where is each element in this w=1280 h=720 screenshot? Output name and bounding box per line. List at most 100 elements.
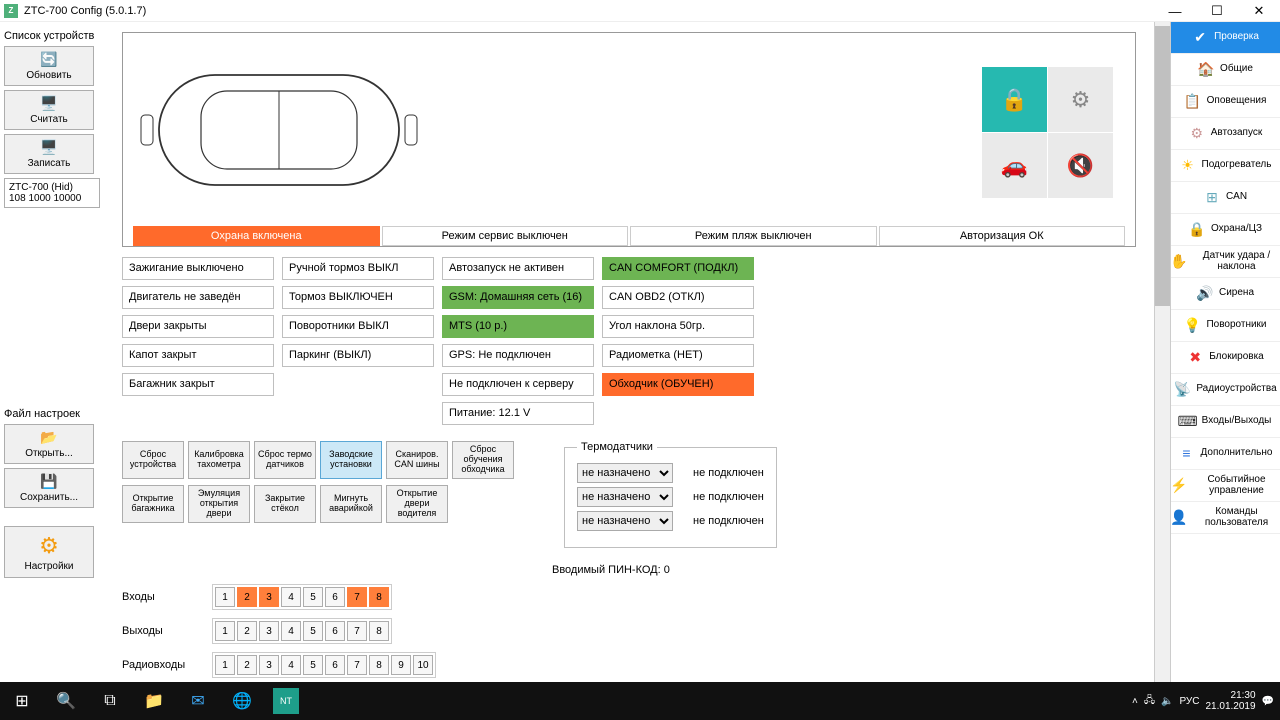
save-file-button[interactable]: 💾Сохранить... (4, 468, 94, 508)
io-box[interactable]: 9 (391, 655, 411, 675)
nav-label: Блокировка (1209, 352, 1264, 363)
scrollbar[interactable] (1154, 22, 1170, 682)
action-button[interactable]: Калибровка тахометра (188, 441, 250, 479)
nav-item[interactable]: ⌨Входы/Выходы (1171, 406, 1280, 438)
action-button[interactable]: Заводские установки (320, 441, 382, 479)
tray-notifications-icon[interactable]: 💬 (1262, 696, 1274, 707)
settings-button[interactable]: ⚙Настройки (4, 526, 94, 578)
lock-tile[interactable]: 🔒 (982, 67, 1047, 132)
write-button[interactable]: 🖥️Записать (4, 134, 94, 174)
nav-item[interactable]: ☀Подогреватель (1171, 150, 1280, 182)
status-cell: Питание: 12.1 V (442, 402, 594, 425)
io-box[interactable]: 7 (347, 587, 367, 607)
tray-chevron-icon[interactable]: ˄ (1132, 696, 1138, 707)
action-button[interactable]: Открытие двери водителя (386, 485, 448, 523)
car-icon: 🚗 (1001, 153, 1028, 179)
tray-volume-icon[interactable]: 🔈 (1161, 696, 1173, 707)
nav-item[interactable]: 🔊Сирена (1171, 278, 1280, 310)
tray-language[interactable]: РУС (1179, 696, 1199, 707)
io-box[interactable]: 7 (347, 655, 367, 675)
io-box[interactable]: 5 (303, 655, 323, 675)
chrome-icon[interactable]: 🌐 (220, 682, 264, 720)
nav-item[interactable]: 🏠Общие (1171, 54, 1280, 86)
car-tile[interactable]: 🚗 (982, 133, 1047, 198)
nav-item[interactable]: ⚙Автозапуск (1171, 118, 1280, 150)
io-box[interactable]: 4 (281, 587, 301, 607)
minimize-button[interactable]: — (1154, 0, 1196, 22)
io-box[interactable]: 3 (259, 587, 279, 607)
thermo-select[interactable]: не назначено (577, 487, 673, 507)
status-cell: Паркинг (ВЫКЛ) (282, 344, 434, 367)
io-box[interactable]: 8 (369, 587, 389, 607)
nav-item[interactable]: 💡Поворотники (1171, 310, 1280, 342)
tray-network-icon[interactable]: 🖧 (1144, 693, 1155, 710)
nav-item[interactable]: ✋Датчик удара / наклона (1171, 246, 1280, 278)
action-button[interactable]: Сканиров. CAN шины (386, 441, 448, 479)
action-button[interactable]: Сброс устройства (122, 441, 184, 479)
io-box[interactable]: 1 (215, 655, 235, 675)
action-button[interactable]: Открытие багажника (122, 485, 184, 523)
nav-item[interactable]: ✔Проверка (1171, 22, 1280, 54)
nav-icon: 🔒 (1189, 222, 1205, 238)
action-button[interactable]: Мигнуть аварийкой (320, 485, 382, 523)
nav-icon: ⚙ (1189, 126, 1205, 142)
io-box[interactable]: 10 (413, 655, 433, 675)
action-button[interactable]: Закрытие стёкол (254, 485, 316, 523)
nav-item[interactable]: ✖Блокировка (1171, 342, 1280, 374)
refresh-button[interactable]: 🔄Обновить (4, 46, 94, 86)
open-file-button[interactable]: 📂Открыть... (4, 424, 94, 464)
task-view-button[interactable]: ⧉ (88, 682, 132, 720)
mail-icon[interactable]: ✉ (176, 682, 220, 720)
io-box[interactable]: 3 (259, 655, 279, 675)
io-box[interactable]: 1 (215, 621, 235, 641)
io-box[interactable]: 8 (369, 655, 389, 675)
radio-inputs-row: 12345678910 (212, 652, 436, 678)
close-button[interactable]: ✕ (1238, 0, 1280, 22)
file-explorer-icon[interactable]: 📁 (132, 682, 176, 720)
status-cell: CAN OBD2 (ОТКЛ) (602, 286, 754, 309)
io-box[interactable]: 5 (303, 587, 323, 607)
io-box[interactable]: 6 (325, 587, 345, 607)
nav-item[interactable]: 📡Радиоустройства (1171, 374, 1280, 406)
io-box[interactable]: 2 (237, 621, 257, 641)
read-button[interactable]: 🖥️Считать (4, 90, 94, 130)
outputs-row: 12345678 (212, 618, 392, 644)
engine-tile[interactable]: ⚙ (1048, 67, 1113, 132)
status-cell (602, 402, 754, 425)
action-button[interactable]: Сброс обучения обходчика (452, 441, 514, 479)
device-list-item[interactable]: ZTC-700 (Hid) 108 1000 10000 (4, 178, 100, 208)
nav-item[interactable]: ⊞CAN (1171, 182, 1280, 214)
io-box[interactable]: 8 (369, 621, 389, 641)
app-taskbar-icon[interactable]: NT (264, 682, 308, 720)
maximize-button[interactable]: ☐ (1196, 0, 1238, 22)
search-button[interactable]: 🔍 (44, 682, 88, 720)
thermo-select[interactable]: не назначено (577, 511, 673, 531)
thermo-sensors-group: Термодатчики не назначеноне подключенне … (564, 441, 777, 548)
clock[interactable]: 21:30 21.01.2019 (1205, 690, 1255, 712)
io-box[interactable]: 3 (259, 621, 279, 641)
mute-tile[interactable]: 🔇 (1048, 133, 1113, 198)
nav-item[interactable]: ⚡Событийное управление (1171, 470, 1280, 502)
status-strip-item: Охрана включена (133, 226, 380, 246)
nav-item[interactable]: 🔒Охрана/ЦЗ (1171, 214, 1280, 246)
io-box[interactable]: 5 (303, 621, 323, 641)
io-box[interactable]: 7 (347, 621, 367, 641)
io-box[interactable]: 6 (325, 655, 345, 675)
io-box[interactable]: 2 (237, 655, 257, 675)
io-box[interactable]: 2 (237, 587, 257, 607)
action-button[interactable]: Сброс термо датчиков (254, 441, 316, 479)
action-button[interactable]: Эмуляция открытия двери (188, 485, 250, 523)
nav-item[interactable]: 📋Оповещения (1171, 86, 1280, 118)
settings-file-header: Файл настроек (4, 408, 100, 420)
nav-item[interactable]: 👤Команды пользователя (1171, 502, 1280, 534)
io-box[interactable]: 4 (281, 655, 301, 675)
io-box[interactable]: 6 (325, 621, 345, 641)
io-box[interactable]: 1 (215, 587, 235, 607)
io-box[interactable]: 4 (281, 621, 301, 641)
app-icon: Z (4, 4, 18, 18)
start-button[interactable]: ⊞ (0, 682, 44, 720)
nav-item[interactable]: ≡Дополнительно (1171, 438, 1280, 470)
nav-icon: 🔊 (1197, 286, 1213, 302)
read-icon: 🖥️ (40, 95, 57, 112)
thermo-select[interactable]: не назначено (577, 463, 673, 483)
